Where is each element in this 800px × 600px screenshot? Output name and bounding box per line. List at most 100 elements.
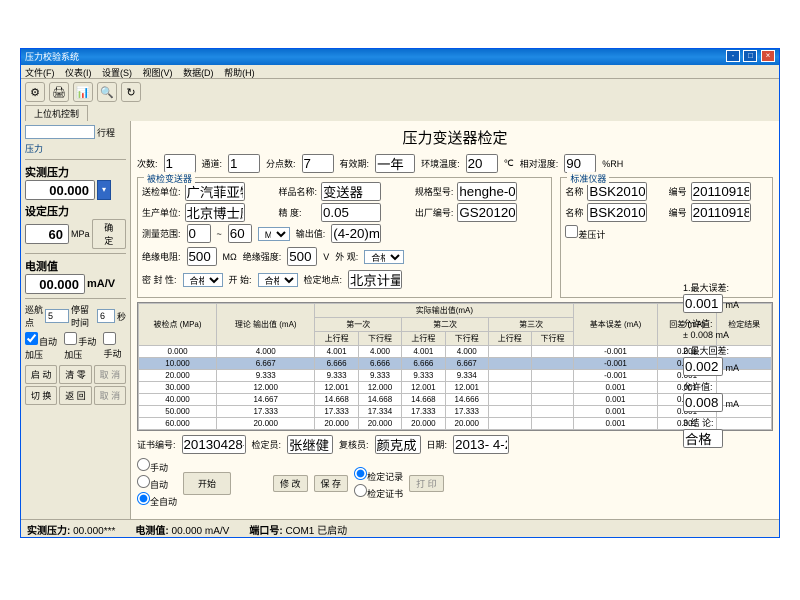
save-button[interactable]: 保 存 — [314, 475, 349, 492]
seal-select[interactable]: 合格 — [183, 273, 223, 287]
accuracy-input[interactable] — [321, 203, 381, 222]
pressure-label: 压力 — [25, 142, 126, 155]
standard-fieldset: 标准仪器 名称 编号 名称 编号 差压计 — [560, 177, 773, 298]
cancel-button-1[interactable]: 取 消 — [94, 365, 126, 384]
verifier-input[interactable] — [287, 435, 333, 454]
output-radios: 检定记录 检定证书 — [354, 467, 403, 500]
table-row[interactable]: 10.0006.6676.6666.6666.6666.667-0.0010.0… — [139, 358, 772, 370]
std2-no-input[interactable] — [691, 203, 751, 222]
radio-auto[interactable]: 自动 — [137, 475, 177, 491]
appearance-select[interactable]: 合格 — [364, 250, 404, 264]
toolbar-icon-2[interactable]: 🖨 — [49, 82, 69, 102]
search-icon[interactable]: 🔍 — [97, 82, 117, 102]
cancel-button-2[interactable]: 取 消 — [94, 386, 126, 405]
tab-host-control[interactable]: 上位机控制 — [25, 105, 88, 122]
menu-file[interactable]: 文件(F) — [25, 68, 55, 78]
model-input[interactable] — [457, 182, 517, 201]
radio-full-auto[interactable]: 全自动 — [137, 492, 177, 508]
travel-input[interactable] — [25, 125, 95, 139]
print-button[interactable]: 打 印 — [409, 475, 444, 492]
tab-strip: 上位机控制 — [21, 105, 779, 121]
start-select[interactable]: 合格 — [258, 273, 298, 287]
cycle-input[interactable] — [45, 309, 69, 323]
date-input[interactable] — [453, 435, 509, 454]
page-title: 压力变送器检定 — [137, 127, 773, 148]
refresh-icon[interactable]: ↻ — [121, 82, 141, 102]
main-window: 压力校验系统 - □ × 文件(F) 仪表(I) 设置(S) 视图(V) 数据(… — [20, 48, 780, 538]
table-row[interactable]: 30.00012.00012.00112.00012.00112.0010.00… — [139, 382, 772, 394]
menu-data[interactable]: 数据(D) — [183, 68, 214, 78]
elec-value — [25, 274, 85, 294]
serial-input[interactable] — [457, 203, 517, 222]
insulation-input[interactable] — [187, 247, 217, 266]
channel-input[interactable] — [228, 154, 260, 173]
points-input[interactable] — [302, 154, 334, 173]
return-button[interactable]: 返 回 — [59, 386, 91, 405]
menu-settings[interactable]: 设置(S) — [102, 68, 132, 78]
table-row[interactable]: 40.00014.66714.66814.66814.66814.6660.00… — [139, 394, 772, 406]
table-row[interactable]: 60.00020.00020.00020.00020.00020.0000.00… — [139, 418, 772, 430]
output-input[interactable] — [331, 224, 381, 243]
location-input[interactable] — [348, 270, 402, 289]
travel-label: 行程 — [97, 126, 115, 139]
start-verify-button[interactable]: 开始 — [183, 472, 231, 495]
cb-auto-pressure[interactable]: 自动加压 — [25, 332, 60, 361]
stay-label: 停留时间 — [71, 303, 95, 329]
results-panel: 1.最大误差: mA 允许值:± 0.008 mA 2.最大回差: mA 允许值… — [683, 281, 773, 452]
table-row[interactable]: 0.0004.0004.0014.0004.0014.000-0.0010.00… — [139, 346, 772, 358]
stay-input[interactable] — [97, 309, 115, 323]
set-pressure-input[interactable] — [25, 224, 69, 244]
switch-button[interactable]: 切 换 — [25, 386, 57, 405]
statusbar: 实测压力: 00.000*** 电测值: 00.000 mA/V 端口号: CO… — [21, 519, 779, 537]
window-title: 压力校验系统 — [25, 50, 79, 64]
std2-name-input[interactable] — [587, 203, 647, 222]
manufacturer-input[interactable] — [185, 203, 245, 222]
toolbar-icon-1[interactable]: ⚙ — [25, 82, 45, 102]
close-icon[interactable]: × — [761, 50, 775, 62]
titlebar[interactable]: 压力校验系统 - □ × — [21, 49, 779, 65]
table-row[interactable]: 20.0009.3339.3339.3339.3339.334-0.0010.0… — [139, 370, 772, 382]
strength-input[interactable] — [287, 247, 317, 266]
menu-view[interactable]: 视图(V) — [143, 68, 173, 78]
menubar: 文件(F) 仪表(I) 设置(S) 视图(V) 数据(D) 帮助(H) — [21, 65, 779, 79]
data-table: 被检点 (MPa) 理论 输出值 (mA) 实际输出值(mA) 基本误差 (mA… — [137, 302, 773, 431]
menu-help[interactable]: 帮助(H) — [224, 68, 255, 78]
elec-label: 电测值 — [25, 258, 126, 274]
confirm-button[interactable]: 确 定 — [92, 219, 126, 249]
minimize-icon[interactable]: - — [726, 50, 740, 62]
cycles-input[interactable] — [164, 154, 196, 173]
diff-pressure-checkbox[interactable]: 差压计 — [565, 225, 768, 241]
range-min-input[interactable] — [187, 224, 211, 243]
table-row[interactable]: 50.00017.33317.33317.33417.33317.3330.00… — [139, 406, 772, 418]
cert-no-input[interactable] — [182, 435, 246, 454]
start-button[interactable]: 启 动 — [25, 365, 57, 384]
allow-hysteresis-value — [683, 393, 723, 412]
zero-button[interactable]: 清 零 — [59, 365, 91, 384]
humidity-input[interactable] — [564, 154, 596, 173]
radio-cert[interactable]: 检定证书 — [354, 484, 403, 500]
radio-manual[interactable]: 手动 — [137, 458, 177, 474]
menu-instrument[interactable]: 仪表(I) — [65, 68, 92, 78]
checker-input[interactable] — [375, 435, 421, 454]
radio-record[interactable]: 检定记录 — [354, 467, 403, 483]
set-pressure-label: 设定压力 — [25, 203, 126, 219]
std1-no-input[interactable] — [691, 182, 751, 201]
status-elec: 00.000 mA/V — [172, 526, 230, 537]
sample-name-input[interactable] — [321, 182, 381, 201]
range-unit-select[interactable]: MPa — [258, 227, 290, 241]
footer-row: 证书编号: 检定员: 复核员: 日期: — [137, 435, 773, 454]
cb-manual-pressure[interactable]: 手动加压 — [64, 332, 99, 361]
set-pressure-unit: MPa — [71, 229, 90, 239]
left-panel: 行程 压力 实测压力 ▾ 设定压力 MPa确 定 电测值 mA/V 巡航点停留时… — [21, 121, 131, 537]
elec-unit: mA/V — [87, 278, 115, 290]
range-max-input[interactable] — [228, 224, 252, 243]
modify-button[interactable]: 修 改 — [273, 475, 308, 492]
param-row: 次数: 通道: 分点数: 有效期: 环境温度:℃ 相对湿度:%RH — [137, 154, 773, 173]
cb-manual[interactable]: 手动 — [103, 332, 126, 361]
maximize-icon[interactable]: □ — [743, 50, 757, 62]
valid-input[interactable] — [375, 154, 415, 173]
env-temp-input[interactable] — [466, 154, 498, 173]
actual-pressure-unit-dropdown[interactable]: ▾ — [97, 180, 111, 200]
toolbar: ⚙ 🖨 📊 🔍 ↻ — [21, 79, 779, 105]
toolbar-icon-3[interactable]: 📊 — [73, 82, 93, 102]
